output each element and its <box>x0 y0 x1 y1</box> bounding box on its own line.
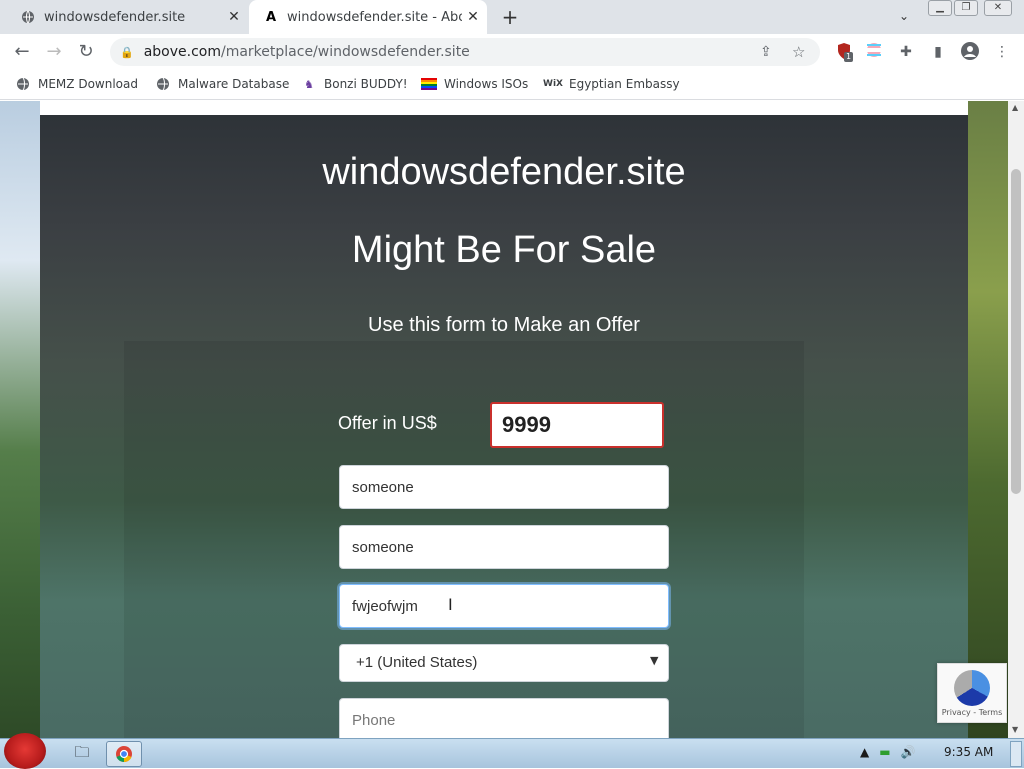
puzzle-extensions-icon[interactable]: ✚ <box>896 42 916 62</box>
browser-toolbar: ← → ↻ 🔒 above.com/marketplace/windowsdef… <box>0 34 1024 70</box>
recaptcha-logo-icon <box>954 670 990 706</box>
url-path: /marketplace/windowsdefender.site <box>220 44 470 60</box>
recaptcha-links[interactable]: Privacy - Terms <box>942 708 1003 717</box>
country-code-value: +1 (United States) <box>356 654 478 671</box>
chevron-down-icon[interactable]: ⌄ <box>896 9 912 25</box>
profile-avatar-icon[interactable] <box>960 42 980 62</box>
folder-icon[interactable]: 🗀 <box>64 741 100 767</box>
forward-button[interactable]: → <box>42 40 66 64</box>
clock[interactable]: 9:35 AM <box>944 745 993 759</box>
bookmark-label: Windows ISOs <box>444 77 529 91</box>
restore-button[interactable]: ❐ <box>954 0 978 16</box>
tray-chevron-icon[interactable]: ▲ <box>860 745 869 759</box>
system-tray: ▲ ▬ 🔊 <box>860 745 916 759</box>
back-button[interactable]: ← <box>10 40 34 64</box>
country-code-select[interactable]: +1 (United States) <box>339 644 669 682</box>
close-tab-icon[interactable]: ✕ <box>226 9 242 25</box>
new-tab-button[interactable]: + <box>499 6 521 28</box>
bookmark-bonzi[interactable]: ♞ Bonzi BUDDY! <box>301 76 408 92</box>
shield-extension-icon[interactable]: 1 <box>834 42 854 62</box>
bookmark-egyptian-embassy[interactable]: WiX Egyptian Embassy <box>543 76 680 92</box>
scroll-down-icon[interactable]: ▼ <box>1012 725 1018 734</box>
close-tab-icon[interactable]: ✕ <box>465 9 481 25</box>
bookmarks-bar: MEMZ Download Malware Database ♞ Bonzi B… <box>0 70 1024 100</box>
for-sale-heading: Might Be For Sale <box>351 229 657 271</box>
chrome-icon <box>116 746 132 763</box>
bookmark-label: MEMZ Download <box>38 77 138 91</box>
text-cursor-icon: I <box>448 595 453 614</box>
battery-icon[interactable]: ▬ <box>879 745 890 759</box>
form-title: Use this form to Make an Offer <box>368 314 640 336</box>
address-bar[interactable]: 🔒 above.com/marketplace/windowsdefender.… <box>110 38 820 66</box>
bookmark-label: Bonzi BUDDY! <box>324 77 408 91</box>
background-scenery-left <box>0 101 40 738</box>
tab-above-marketplace[interactable]: A windowsdefender.site - Above ✕ <box>249 0 487 34</box>
scroll-thumb[interactable] <box>1011 169 1021 494</box>
page-scrollbar[interactable]: ▲ ▼ <box>1008 101 1024 738</box>
tab-windowsdefender[interactable]: windowsdefender.site ✕ <box>0 0 248 34</box>
email-field[interactable] <box>339 584 669 628</box>
tab-title: windowsdefender.site - Above <box>287 9 462 25</box>
wix-logo-icon: WiX <box>543 79 563 89</box>
bookmark-memz[interactable]: MEMZ Download <box>15 76 138 92</box>
extension-badge: 1 <box>844 52 854 62</box>
chevron-down-icon: ▼ <box>650 654 659 667</box>
scroll-up-icon[interactable]: ▲ <box>1012 103 1018 112</box>
above-logo-icon: A <box>265 9 277 25</box>
flag-extension-icon[interactable] <box>864 42 884 62</box>
recaptcha-badge[interactable]: Privacy - Terms <box>937 663 1007 723</box>
gorilla-icon: ♞ <box>304 77 314 91</box>
bookmark-label: Malware Database <box>178 77 290 91</box>
reload-button[interactable]: ↻ <box>74 40 98 64</box>
domain-title: windowsdefender.site <box>322 151 686 193</box>
bookmark-label: Egyptian Embassy <box>569 77 680 91</box>
globe-icon <box>15 76 31 92</box>
minimize-button[interactable]: ▁ <box>928 0 952 16</box>
share-icon[interactable]: ⇪ <box>760 44 772 60</box>
globe-icon <box>20 9 36 25</box>
taskbar: 🗀 ▲ ▬ 🔊 9:35 AM <box>0 733 1024 769</box>
kebab-menu-icon[interactable]: ⋮ <box>992 42 1012 62</box>
tab-title: windowsdefender.site <box>44 9 186 25</box>
star-icon[interactable]: ☆ <box>792 43 805 61</box>
tab-strip: windowsdefender.site ✕ A windowsdefender… <box>0 0 1024 34</box>
lock-icon: 🔒 <box>120 45 134 59</box>
rainbow-flag-icon <box>421 76 437 92</box>
first-name-field[interactable] <box>339 465 669 509</box>
page-viewport: windowsdefender.site Might Be For Sale U… <box>0 101 1008 738</box>
globe-icon <box>155 76 171 92</box>
bookmark-windows-isos[interactable]: Windows ISOs <box>421 76 528 92</box>
url-host: above.com <box>143 44 221 60</box>
bookmark-malware-db[interactable]: Malware Database <box>155 76 289 92</box>
last-name-field[interactable] <box>339 525 669 569</box>
show-desktop-button[interactable] <box>1010 741 1022 767</box>
close-window-button[interactable]: ✕ <box>984 0 1012 16</box>
phone-field[interactable] <box>339 698 669 738</box>
start-button-bird-icon[interactable] <box>4 733 46 769</box>
side-panel-icon[interactable]: ▮ <box>928 42 948 62</box>
panel-top-strip <box>40 101 968 115</box>
offer-amount-input[interactable] <box>490 402 664 448</box>
offer-label: Offer in US$ <box>338 413 437 433</box>
chrome-taskbar-button[interactable] <box>106 741 142 767</box>
volume-icon[interactable]: 🔊 <box>901 745 916 759</box>
background-scenery-right <box>968 101 1008 738</box>
